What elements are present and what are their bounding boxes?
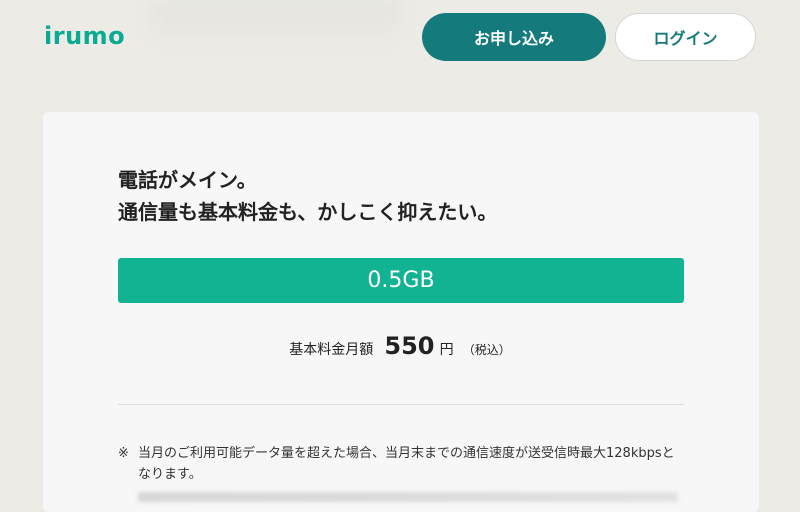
price-tax-note: （税込）: [462, 343, 511, 357]
price-value: 550: [384, 332, 435, 360]
note-mark: ※: [118, 446, 129, 461]
blurred-banner: [150, 0, 400, 50]
divider: [118, 404, 684, 405]
plan-headline: 電話がメイン。 通信量も基本料金も、かしこく抑えたい。: [118, 164, 497, 228]
data-limit-note: ※ 当月のご利用可能データ量を超えた場合、当月末までの通信速度が送受信時最大12…: [118, 443, 678, 485]
plan-data-amount: 0.5GB: [118, 258, 684, 303]
faded-text-line: [138, 492, 678, 502]
monthly-price: 基本料金月額 550 円 （税込）: [0, 332, 800, 360]
note-text: 当月のご利用可能データ量を超えた場合、当月末までの通信速度が送受信時最大128k…: [138, 446, 675, 482]
headline-line-2: 通信量も基本料金も、かしこく抑えたい。: [118, 200, 498, 224]
irumo-logo[interactable]: irumo: [44, 22, 125, 50]
headline-line-1: 電話がメイン。: [118, 168, 257, 192]
price-label: 基本料金月額: [289, 342, 374, 358]
site-header: irumo お申し込み ログイン: [0, 0, 800, 90]
price-unit: 円: [439, 342, 454, 358]
login-button[interactable]: ログイン: [615, 13, 756, 61]
apply-button[interactable]: お申し込み: [422, 13, 606, 61]
